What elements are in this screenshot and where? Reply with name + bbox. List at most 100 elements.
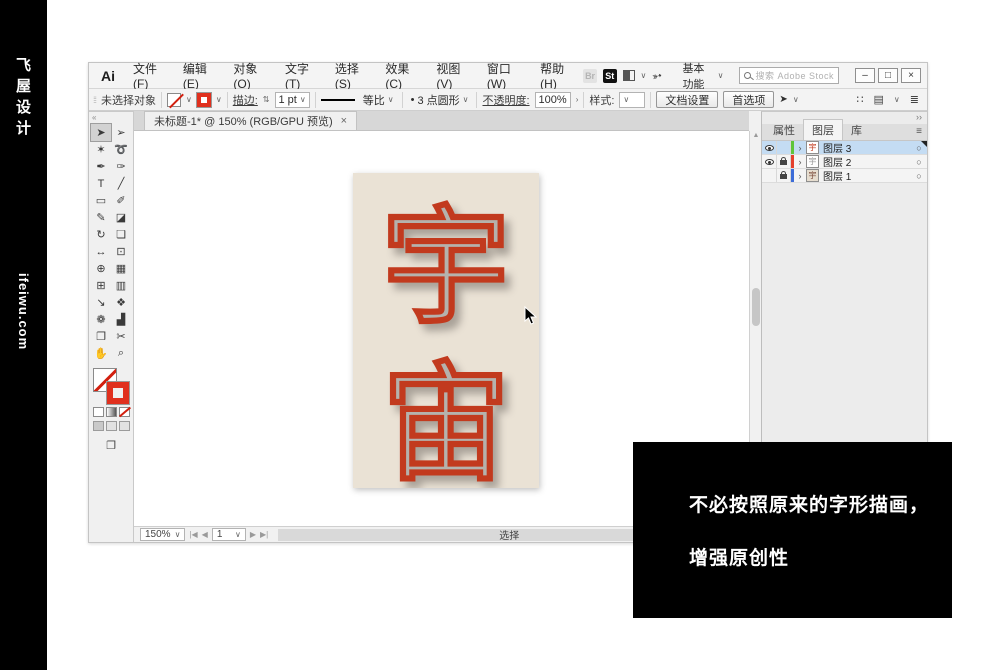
preferences-button[interactable]: 首选项 bbox=[723, 91, 775, 108]
prev-artboard-icon[interactable]: ◀ bbox=[202, 530, 208, 539]
visibility-cell[interactable] bbox=[762, 155, 777, 168]
tab-layers[interactable]: 图层 bbox=[803, 119, 843, 140]
tool-zoom[interactable]: ⌕ bbox=[111, 345, 131, 362]
tool-rotate[interactable]: ↻ bbox=[91, 226, 111, 243]
menu-effect[interactable]: 效果(C) bbox=[377, 60, 428, 91]
style-select[interactable]: ∨ bbox=[619, 91, 646, 108]
lock-cell[interactable] bbox=[777, 169, 791, 182]
stock-search-input[interactable]: 搜索 Adobe Stock bbox=[739, 67, 839, 84]
draw-inside-button[interactable] bbox=[118, 421, 130, 431]
panel-dock-icon[interactable]: ▤ bbox=[874, 93, 884, 106]
draw-normal-button[interactable] bbox=[92, 421, 104, 431]
last-artboard-icon[interactable]: ▶| bbox=[260, 530, 268, 539]
target-circle-icon[interactable]: ○ bbox=[911, 143, 927, 153]
tool-hand[interactable]: ✋ bbox=[91, 345, 111, 362]
tool-column-graph[interactable]: ▟ bbox=[111, 311, 131, 328]
visibility-cell[interactable] bbox=[762, 141, 777, 154]
tool-paintbrush[interactable]: ✐ bbox=[111, 192, 131, 209]
tool-direct-selection[interactable]: ➢ bbox=[111, 124, 131, 141]
chevron-down-icon[interactable]: ∨ bbox=[793, 95, 799, 104]
close-button[interactable]: × bbox=[900, 68, 921, 83]
panel-menu-icon[interactable]: ≡ bbox=[916, 126, 922, 137]
layer-thumbnail[interactable]: 宇 bbox=[806, 141, 819, 154]
lock-cell[interactable] bbox=[777, 155, 791, 168]
arrange-documents-icon[interactable] bbox=[622, 70, 635, 81]
tool-slice[interactable]: ✂ bbox=[111, 328, 131, 345]
first-artboard-icon[interactable]: |◀ bbox=[189, 530, 197, 539]
layer-row-2[interactable]: › 宇 图层 2 ○ bbox=[762, 155, 927, 169]
touch-workspace-icon[interactable]: ∷ bbox=[857, 93, 864, 106]
tool-symbol-sprayer[interactable]: ❁ bbox=[91, 311, 111, 328]
maximize-button[interactable]: □ bbox=[877, 68, 898, 83]
gradient-button[interactable] bbox=[105, 407, 117, 417]
artboard-artwork[interactable]: 宇 宙 bbox=[353, 173, 539, 488]
tool-selection[interactable]: ➤ bbox=[90, 123, 112, 142]
target-circle-icon[interactable]: ○ bbox=[911, 171, 927, 181]
menu-help[interactable]: 帮助(H) bbox=[532, 60, 583, 91]
workspace-switcher[interactable]: 基本功能 ∨ bbox=[682, 60, 723, 92]
brush-select[interactable]: • 3 点圆形 ∨ bbox=[408, 92, 472, 108]
chevron-down-icon[interactable]: ∨ bbox=[186, 95, 192, 104]
opacity-input[interactable]: 100% bbox=[534, 91, 571, 108]
zoom-level-select[interactable]: 150% ∨ bbox=[140, 528, 186, 541]
tool-magic-wand[interactable]: ✶ bbox=[91, 141, 111, 158]
tool-rectangle[interactable]: ▭ bbox=[91, 192, 111, 209]
tab-libraries[interactable]: 库 bbox=[843, 120, 870, 140]
select-similar-icon[interactable]: ➤ bbox=[779, 94, 787, 105]
tool-eraser[interactable]: ◪ bbox=[111, 209, 131, 226]
tool-eyedropper[interactable]: ↘ bbox=[91, 294, 111, 311]
visibility-cell[interactable] bbox=[762, 169, 777, 182]
bridge-icon[interactable]: Br bbox=[583, 68, 597, 83]
document-setup-button[interactable]: 文档设置 bbox=[656, 91, 719, 108]
draw-behind-button[interactable] bbox=[105, 421, 117, 431]
layer-name[interactable]: 图层 3 bbox=[823, 140, 911, 155]
chevron-down-icon[interactable]: ∨ bbox=[641, 71, 647, 80]
tool-scale[interactable]: ❏ bbox=[111, 226, 131, 243]
menu-edit[interactable]: 编辑(E) bbox=[175, 60, 225, 91]
stroke-label[interactable]: 描边: bbox=[233, 92, 258, 108]
menu-window[interactable]: 窗口(W) bbox=[479, 60, 532, 91]
menu-view[interactable]: 视图(V) bbox=[428, 60, 478, 91]
lock-cell[interactable] bbox=[777, 141, 791, 154]
minimize-button[interactable]: – bbox=[854, 68, 875, 83]
layer-thumbnail[interactable]: 宇 bbox=[806, 155, 819, 168]
layer-name[interactable]: 图层 1 bbox=[823, 168, 911, 183]
collapse-panel-icon[interactable]: « bbox=[89, 112, 133, 124]
tool-curvature[interactable]: ✑ bbox=[111, 158, 131, 175]
tool-shape-builder[interactable]: ⊕ bbox=[91, 260, 111, 277]
layer-row-3[interactable]: › 宇 图层 3 ○ bbox=[762, 141, 927, 155]
adobe-stock-icon[interactable]: St bbox=[602, 68, 617, 83]
tool-pencil[interactable]: ✎ bbox=[91, 209, 111, 226]
tool-type[interactable]: T bbox=[91, 175, 111, 192]
close-tab-icon[interactable]: × bbox=[341, 115, 347, 127]
expand-layer-icon[interactable]: › bbox=[794, 143, 806, 153]
share-icon[interactable]: ➳ bbox=[651, 67, 664, 83]
layer-thumbnail[interactable]: 宇 bbox=[806, 169, 819, 182]
tab-properties[interactable]: 属性 bbox=[765, 120, 803, 140]
tool-gradient[interactable]: ▥ bbox=[111, 277, 131, 294]
tool-artboard[interactable]: ❐ bbox=[91, 328, 111, 345]
stepper-icon[interactable]: ⇅ bbox=[263, 95, 270, 104]
fill-color-swatch[interactable] bbox=[167, 92, 182, 107]
chevron-down-icon[interactable]: ∨ bbox=[216, 95, 222, 104]
tool-mesh[interactable]: ⊞ bbox=[91, 277, 111, 294]
document-tab[interactable]: 未标题-1* @ 150% (RGB/GPU 预览) × bbox=[144, 111, 358, 130]
menu-object[interactable]: 对象(O) bbox=[225, 60, 277, 91]
next-artboard-icon[interactable]: ▶ bbox=[250, 530, 256, 539]
tool-pen[interactable]: ✒ bbox=[91, 158, 111, 175]
tool-free-transform[interactable]: ⊡ bbox=[111, 243, 131, 260]
profile-select[interactable]: 等比 ∨ bbox=[360, 92, 397, 108]
screen-mode-button[interactable]: ❐ bbox=[89, 439, 133, 452]
tool-line-segment[interactable]: ╱ bbox=[111, 175, 131, 192]
stroke-red-swatch[interactable] bbox=[106, 381, 130, 405]
layer-row-1[interactable]: › 宇 图层 1 ○ bbox=[762, 169, 927, 183]
layer-name[interactable]: 图层 2 bbox=[823, 154, 911, 169]
stroke-color-swatch[interactable] bbox=[195, 91, 212, 108]
stroke-weight-select[interactable]: 1 pt ∨ bbox=[274, 91, 310, 108]
opacity-label[interactable]: 不透明度: bbox=[482, 92, 529, 108]
chevron-right-icon[interactable]: › bbox=[576, 95, 579, 104]
none-button[interactable] bbox=[118, 407, 130, 417]
target-circle-icon[interactable]: ○ bbox=[911, 157, 927, 167]
control-menu-icon[interactable]: ≣ bbox=[910, 93, 919, 106]
tool-lasso[interactable]: ➰ bbox=[111, 141, 131, 158]
